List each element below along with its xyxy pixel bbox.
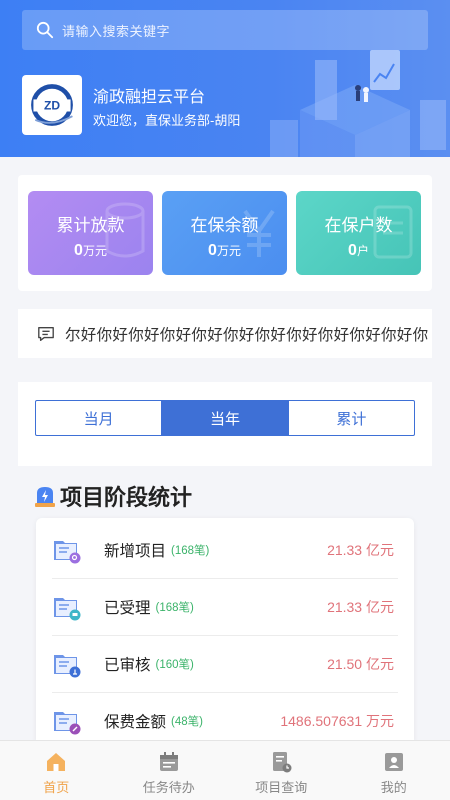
welcome-text: 欢迎您，直保业务部-胡阳 bbox=[93, 113, 241, 128]
tabbar-label: 我的 bbox=[380, 780, 407, 795]
header-banner: 请输入搜索关键字 ZD 渝政融担云平台 欢迎您，直保业务部-胡阳 bbox=[0, 0, 450, 157]
stage-name: 新增项目 bbox=[104, 543, 167, 560]
stat-card-total-loan[interactable]: 累计放款 0万元 bbox=[28, 191, 153, 275]
stage-count: (168笔) bbox=[171, 545, 210, 557]
search-placeholder: 请输入搜索关键字 bbox=[62, 23, 171, 39]
platform-title: 渝政融担云平台 bbox=[93, 89, 206, 106]
folder-money-icon bbox=[54, 712, 81, 735]
search-icon bbox=[36, 21, 54, 39]
stage-count: (168笔) bbox=[155, 602, 194, 614]
stage-count: (48笔) bbox=[171, 716, 203, 728]
stage-amount: 21.33 亿元 bbox=[327, 542, 394, 558]
calendar-icon bbox=[159, 752, 178, 771]
list-item[interactable]: 已审核 (160笔) 21.50 亿元 bbox=[52, 636, 398, 693]
period-tab-panel: 当月 当年 累计 bbox=[18, 382, 432, 466]
tabbar-label: 首页 bbox=[43, 780, 70, 795]
database-icon bbox=[105, 202, 145, 258]
clipboard-icon bbox=[373, 205, 413, 259]
stat-card-households[interactable]: 在保户数 0户 bbox=[296, 191, 421, 275]
folder-check-icon bbox=[54, 655, 81, 678]
tabbar-item-project-query[interactable]: 项目查询 bbox=[225, 741, 338, 800]
tabbar-label: 项目查询 bbox=[255, 780, 308, 795]
stage-name: 保费金额 bbox=[104, 714, 167, 731]
stage-name: 已受理 bbox=[104, 600, 151, 617]
stat-card-balance[interactable]: 在保余额 0万元 bbox=[162, 191, 287, 275]
section-header: 项目阶段统计 bbox=[34, 480, 192, 512]
home-icon bbox=[47, 753, 66, 771]
list-item[interactable]: 已受理 (168笔) 21.33 亿元 bbox=[52, 579, 398, 636]
user-card-icon bbox=[384, 753, 403, 771]
folder-cart-icon bbox=[54, 598, 81, 621]
tab-this-year[interactable]: 当年 bbox=[161, 401, 288, 435]
stage-amount: 21.33 亿元 bbox=[327, 599, 394, 615]
period-tabs: 当月 当年 累计 bbox=[35, 400, 415, 436]
bottom-tabbar: 首页 任务待办 项目查询 我的 bbox=[0, 740, 450, 800]
company-logo: ZD bbox=[22, 75, 82, 135]
tab-cumulative[interactable]: 累计 bbox=[287, 401, 414, 435]
stage-list: 新增项目 (168笔) 21.33 亿元 已受理 (168笔) 21.33 亿元… bbox=[36, 518, 414, 748]
tab-this-month[interactable]: 当月 bbox=[36, 401, 161, 435]
section-title: 项目阶段统计 bbox=[60, 485, 193, 510]
stage-amount: 1486.507631 万元 bbox=[280, 713, 394, 729]
folder-search-icon bbox=[54, 541, 81, 564]
tabbar-label: 任务待办 bbox=[142, 780, 195, 795]
message-icon bbox=[38, 326, 54, 341]
lightning-badge-icon bbox=[35, 487, 55, 507]
stage-name: 已审核 bbox=[104, 657, 151, 674]
notice-text: 尔好你好你好你好你好你好你好你好你好你好你好你 bbox=[65, 326, 429, 344]
document-clock-icon bbox=[273, 752, 292, 773]
yen-icon bbox=[243, 209, 275, 257]
city-illustration-icon bbox=[270, 50, 446, 157]
stats-panel: 累计放款 0万元 在保余额 0万元 在保户数 0户 bbox=[18, 175, 432, 291]
svg-text:ZD: ZD bbox=[44, 99, 60, 113]
stage-count: (160笔) bbox=[155, 659, 194, 671]
tabbar-item-home[interactable]: 首页 bbox=[0, 741, 113, 800]
stage-amount: 21.50 亿元 bbox=[327, 656, 394, 672]
notice-bar[interactable]: 尔好你好你好你好你好你好你好你好你好你好你好你 bbox=[18, 309, 432, 358]
tabbar-item-mine[interactable]: 我的 bbox=[338, 741, 450, 800]
list-item[interactable]: 新增项目 (168笔) 21.33 亿元 bbox=[52, 522, 398, 579]
tabbar-item-tasks[interactable]: 任务待办 bbox=[113, 741, 226, 800]
